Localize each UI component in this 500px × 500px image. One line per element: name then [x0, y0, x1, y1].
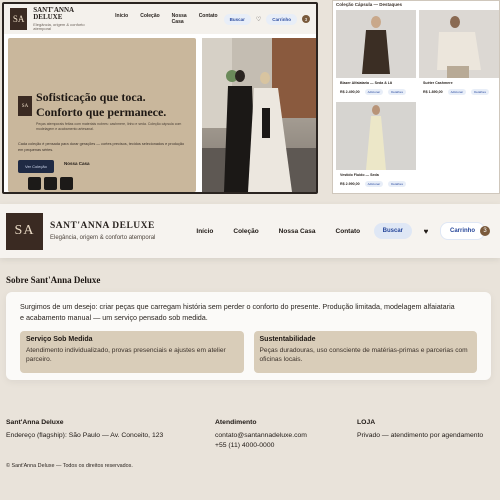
preview-brand-name: SANT'ANNA DELUXE [33, 6, 74, 21]
product-name: Blazer Alfaiataria — Seda & Lã [340, 81, 392, 85]
preview-nav-link-inicio[interactable]: Início [115, 13, 128, 25]
about-text: Surgimos de um desejo: criar peças que c… [20, 302, 455, 322]
preview-nav-link-contato[interactable]: Contato [199, 13, 218, 25]
hero-cta-primary[interactable]: Ver Coleção [18, 160, 54, 173]
service-card-sustainability: Sustentabilidade Peças duradouras, uso c… [253, 331, 477, 373]
add-button[interactable]: Adicionar [364, 181, 384, 187]
footer-service: Atendimento contato@santannadeluxe.com +… [215, 419, 307, 449]
main-nav: Início Coleção Nossa Casa Contato [196, 228, 360, 235]
hero-photo [202, 38, 316, 192]
service-text: Atendimento individualizado, provas pres… [26, 347, 226, 363]
footer-email-link[interactable]: contato@santannadeluxe.com [215, 432, 307, 439]
product-card[interactable]: Suéter Cashmere R$ 1.890,00 Adicionar De… [419, 10, 499, 102]
footer-store-info: Privado — atendimento por agendamento [357, 432, 484, 439]
about-title: Sobre Sant'Anna Deluxe [6, 275, 101, 285]
hero-section: SA Sofisticação que toca. Conforto que p… [8, 38, 196, 192]
collection-preview: Coleção Cápsula — Destaques Blazer Alfai… [332, 0, 500, 194]
swatch[interactable] [60, 177, 73, 190]
hero-couple-image [202, 38, 316, 192]
service-title: Sustentabilidade [259, 336, 316, 343]
services-row: Serviço Sob Medida Atendimento individua… [20, 331, 477, 373]
brand-name: SANT'ANNA DELUXE [50, 221, 155, 231]
preview-collage: SA SANT'ANNA DELUXE Elegância, origem & … [0, 0, 500, 198]
product-price: R$ 1.890,00 [423, 90, 443, 94]
product-name: Suéter Cashmere [423, 81, 453, 85]
add-button[interactable]: Adicionar [447, 89, 467, 95]
brand-tagline: Elegância, origem & conforto atemporal [50, 235, 156, 241]
details-button[interactable]: Detalhes [388, 181, 406, 187]
dress-image [336, 102, 416, 170]
service-text: Peças duradouras, uso consciente de maté… [259, 347, 468, 363]
blazer-image [336, 10, 416, 78]
product-image [419, 10, 499, 78]
nav-link-contato[interactable]: Contato [336, 228, 361, 235]
hero-title-line-1: Sofisticação que toca. [36, 90, 146, 104]
hero-title-line-2: Conforto que permanece. [36, 105, 167, 119]
hero-description: Cada coleção é pensada para durar geraçõ… [18, 142, 185, 152]
hero-cta-secondary[interactable]: Nossa Casa [64, 161, 90, 166]
preview-logo: SA [10, 8, 28, 30]
preview-brand-tagline: Elegância, origem & conforto atemporal [33, 22, 85, 31]
brand-logo[interactable]: SA [6, 212, 43, 250]
preview-cart-count: 3 [302, 15, 310, 23]
product-card[interactable]: Blazer Alfaiataria — Seda & Lã R$ 2.490,… [336, 10, 416, 102]
preview-nav-link-nossa-casa[interactable]: Nossa Casa [172, 13, 187, 25]
footer-company-heading: Sant'Anna Deluxe [6, 419, 64, 426]
footer-phone[interactable]: +55 (11) 4000-0000 [215, 442, 307, 449]
service-title: Serviço Sob Medida [26, 336, 93, 343]
preview-nav: SA SANT'ANNA DELUXE Elegância, origem & … [4, 4, 316, 34]
search-button[interactable]: Buscar [373, 223, 412, 239]
preview-nav-link-colecao[interactable]: Coleção [140, 13, 159, 25]
nav-link-nossa-casa[interactable]: Nossa Casa [279, 228, 316, 235]
product-price: R$ 2.990,00 [340, 182, 360, 186]
preview-search-button[interactable]: Buscar [223, 13, 251, 25]
copyright: © Sant'Anna Deluxe — Todos os direitos r… [6, 463, 133, 469]
site-header: SA SANT'ANNA DELUXE Elegância, origem & … [0, 204, 500, 258]
add-button[interactable]: Adicionar [364, 89, 384, 95]
heart-icon[interactable]: ♥ [419, 227, 433, 236]
footer-store: LOJA Privado — atendimento por agendamen… [357, 419, 483, 439]
nav-link-inicio[interactable]: Início [196, 228, 213, 235]
brand-block: SANT'ANNA DELUXE Elegância, origem & con… [50, 221, 155, 241]
homepage-preview: SA SANT'ANNA DELUXE Elegância, origem & … [2, 2, 318, 194]
about-section: Surgimos de um desejo: criar peças que c… [6, 292, 491, 380]
footer-store-heading: LOJA [357, 419, 376, 426]
preview-heart-icon[interactable]: ♡ [256, 16, 261, 23]
header-actions: Buscar ♥ Carrinho 3 [373, 222, 490, 240]
hero-logo: SA [18, 96, 32, 116]
product-card[interactable]: Vestido Fluido — Seda R$ 2.990,00 Adicio… [336, 102, 416, 193]
cart-count-badge: 3 [480, 226, 490, 236]
color-swatches [28, 177, 73, 190]
swatch[interactable] [28, 177, 41, 190]
swatch[interactable] [44, 177, 57, 190]
product-image [336, 10, 416, 78]
footer-address: Endereço (flagship): São Paulo — Av. Con… [6, 432, 164, 439]
nav-link-colecao[interactable]: Coleção [233, 228, 258, 235]
footer-service-heading: Atendimento [215, 419, 257, 426]
cart-button[interactable]: Carrinho [439, 222, 485, 240]
service-card-tailored: Serviço Sob Medida Atendimento individua… [20, 331, 244, 373]
sweater-image [419, 10, 499, 78]
hero-title: Sofisticação que toca. Conforto que perm… [36, 90, 196, 120]
product-price: R$ 2.490,00 [340, 90, 360, 94]
product-name: Vestido Fluido — Seda [340, 173, 379, 177]
details-button[interactable]: Detalhes [471, 89, 489, 95]
product-image [336, 102, 416, 170]
footer-company: Sant'Anna Deluxe Endereço (flagship): Sã… [6, 419, 163, 439]
details-button[interactable]: Detalhes [388, 89, 406, 95]
preview-cart-button[interactable]: Carrinho [266, 13, 297, 25]
collection-heading: Coleção Cápsula — Destaques [336, 2, 403, 7]
hero-intro: Peças atemporais feitas com materiais no… [36, 122, 182, 131]
